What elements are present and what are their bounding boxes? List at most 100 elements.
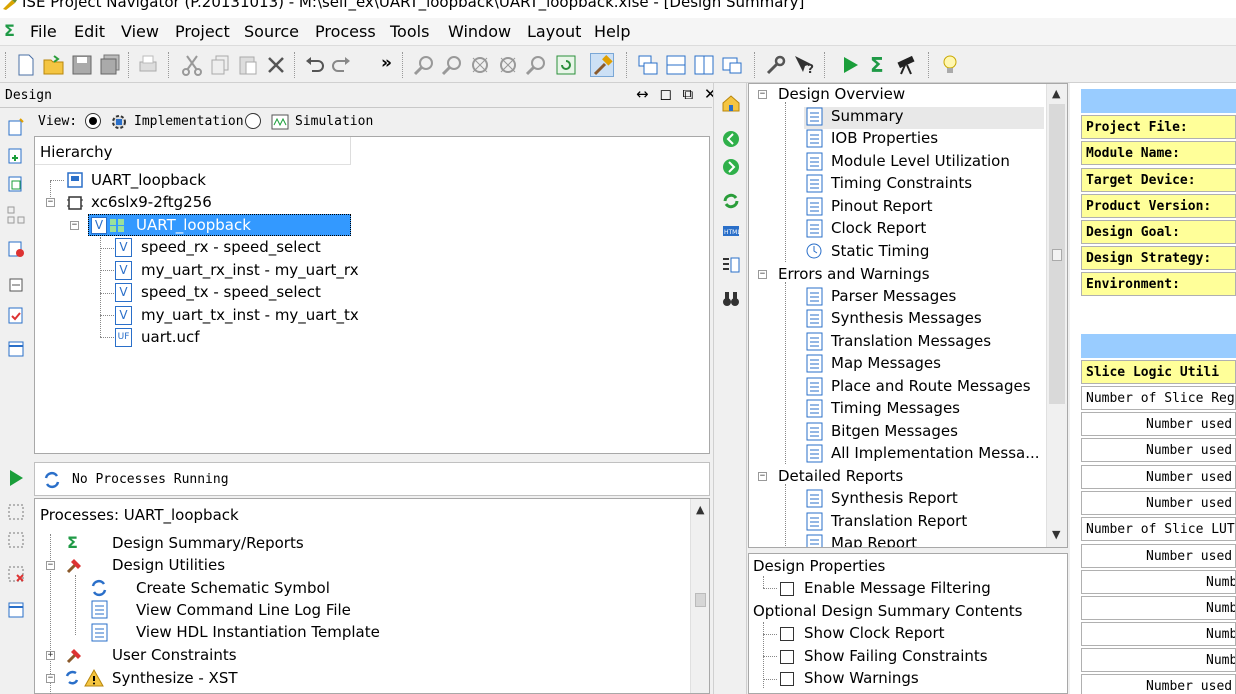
overview-summary[interactable]: Summary (831, 107, 904, 125)
add-source-icon[interactable] (6, 145, 26, 165)
stop-process-icon[interactable] (6, 564, 26, 584)
tree-item-uart-tx[interactable]: my_uart_tx_inst - my_uart_tx (141, 306, 359, 324)
overview-pinout-report[interactable]: Pinout Report (831, 197, 932, 215)
messages-bitgen[interactable]: Bitgen Messages (831, 422, 958, 440)
collapse-toggle[interactable]: − (758, 472, 767, 481)
scroll-down-arrow[interactable]: ▼ (1052, 528, 1060, 541)
show-warnings-label[interactable]: Show Warnings (804, 669, 919, 687)
menu-layout[interactable]: Layout (527, 22, 581, 41)
scroll-up-arrow[interactable]: ▲ (696, 503, 704, 516)
process-design-summary[interactable]: Design Summary/Reports (112, 534, 304, 552)
toolbar-overflow[interactable]: » (381, 53, 392, 73)
show-failing-constraints-checkbox[interactable] (780, 650, 794, 664)
chip-icon[interactable] (6, 275, 26, 295)
tree-item-speed-rx[interactable]: speed_rx - speed_select (141, 238, 321, 256)
tree-item-uart-rx[interactable]: my_uart_rx_inst - my_uart_rx (141, 261, 359, 279)
collapse-toggle[interactable]: − (758, 90, 767, 99)
redo-icon[interactable] (330, 53, 354, 77)
process-view-command-line-log[interactable]: View Command Line Log File (136, 601, 351, 619)
report-map[interactable]: Map Report (831, 534, 917, 547)
cascade-windows-icon[interactable] (636, 53, 660, 77)
report-synthesis[interactable]: Synthesis Report (831, 489, 958, 507)
list-view-icon[interactable] (721, 255, 741, 275)
delete-icon[interactable] (264, 53, 288, 77)
tree-item-ucf[interactable]: uart.ucf (141, 328, 200, 346)
simulation-radio[interactable] (245, 113, 261, 129)
enable-filtering-label[interactable]: Enable Message Filtering (804, 579, 991, 597)
cut-icon[interactable] (180, 53, 204, 77)
telescope-icon[interactable] (894, 53, 918, 77)
new-source-icon[interactable] (6, 117, 26, 137)
overview-iob-properties[interactable]: IOB Properties (831, 129, 938, 147)
panel-window-controls[interactable]: ↔ ◻ ⧉ ✕ (636, 85, 720, 103)
menu-source[interactable]: Source (244, 22, 299, 41)
process-create-schematic-symbol[interactable]: Create Schematic Symbol (136, 579, 330, 597)
tree-item-device[interactable]: xc6slx9-2ftg256 (91, 193, 212, 211)
tree-item-top-module[interactable]: V UART_loopback (88, 214, 351, 236)
table-view-icon[interactable] (6, 600, 26, 620)
show-clock-report-label[interactable]: Show Clock Report (804, 624, 945, 642)
messages-synthesis[interactable]: Synthesis Messages (831, 309, 982, 327)
collapse-toggle[interactable]: − (46, 674, 55, 683)
menu-tools[interactable]: Tools (390, 22, 429, 41)
save-icon[interactable] (70, 53, 94, 77)
group-errors-warnings[interactable]: Errors and Warnings (778, 265, 930, 283)
menu-view[interactable]: View (121, 22, 159, 41)
enable-filtering-checkbox[interactable] (780, 582, 794, 596)
tile-horizontal-icon[interactable] (664, 53, 688, 77)
messages-map[interactable]: Map Messages (831, 354, 941, 372)
zoom-selected-icon[interactable] (496, 53, 520, 77)
show-failing-constraints-label[interactable]: Show Failing Constraints (804, 647, 988, 665)
zoom-full-icon[interactable] (468, 53, 492, 77)
open-folder-icon[interactable] (42, 53, 66, 77)
process-design-utilities[interactable]: Design Utilities (112, 556, 225, 574)
messages-all-implementation[interactable]: All Implementation Messa... (831, 444, 1040, 462)
tile-vertical-icon[interactable] (692, 53, 716, 77)
process-synthesize-xst[interactable]: Synthesize - XST (112, 669, 238, 687)
new-file-icon[interactable] (14, 53, 38, 77)
menu-process[interactable]: Process (315, 22, 376, 41)
tree-item-speed-tx[interactable]: speed_tx - speed_select (141, 283, 321, 301)
process-user-constraints[interactable]: User Constraints (112, 646, 237, 664)
design-summary-sigma-icon[interactable]: Σ (866, 53, 890, 77)
print-icon[interactable] (136, 53, 160, 77)
menu-help[interactable]: Help (594, 22, 630, 41)
processes-scrollbar[interactable]: ▲ (690, 499, 709, 693)
lightbulb-icon[interactable] (938, 53, 962, 77)
collapse-toggle[interactable]: − (46, 198, 55, 207)
rerun-icon[interactable] (6, 502, 26, 522)
context-help-icon[interactable]: ? (792, 53, 816, 77)
group-detailed-reports[interactable]: Detailed Reports (778, 467, 903, 485)
menu-window[interactable]: Window (448, 22, 511, 41)
copy-icon[interactable] (208, 53, 232, 77)
table-view-icon[interactable] (6, 339, 26, 359)
refresh-icon[interactable] (554, 53, 578, 77)
collapse-toggle[interactable]: − (70, 221, 79, 230)
hierarchy-icon[interactable] (6, 205, 26, 225)
implementation-option[interactable]: Implementation (134, 114, 244, 129)
show-clock-report-checkbox[interactable] (780, 627, 794, 641)
wrench-icon[interactable] (764, 53, 788, 77)
overview-module-utilization[interactable]: Module Level Utilization (831, 152, 1010, 170)
process-view-hdl-template[interactable]: View HDL Instantiation Template (136, 623, 380, 641)
forward-arrow-icon[interactable] (721, 157, 741, 177)
messages-place-route[interactable]: Place and Route Messages (831, 377, 1031, 395)
save-all-icon[interactable] (98, 53, 122, 77)
sync-icon[interactable] (721, 191, 741, 211)
overview-timing-constraints[interactable]: Timing Constraints (831, 174, 972, 192)
collapse-toggle[interactable]: − (46, 561, 55, 570)
check-file-icon[interactable] (6, 305, 26, 325)
collapse-toggle[interactable]: − (758, 270, 767, 279)
messages-translation[interactable]: Translation Messages (831, 332, 991, 350)
show-warnings-checkbox[interactable] (780, 672, 794, 686)
binoculars-icon[interactable] (721, 289, 741, 309)
html-view-icon[interactable]: HTML (721, 221, 741, 241)
overview-static-timing[interactable]: Static Timing (831, 242, 929, 260)
menu-edit[interactable]: Edit (74, 22, 105, 41)
zoom-to-icon[interactable] (524, 53, 548, 77)
hammer-tool-icon[interactable] (590, 53, 614, 77)
expand-toggle[interactable]: + (46, 651, 55, 660)
messages-timing[interactable]: Timing Messages (831, 399, 960, 417)
menu-project[interactable]: Project (175, 22, 230, 41)
undo-icon[interactable] (302, 53, 326, 77)
